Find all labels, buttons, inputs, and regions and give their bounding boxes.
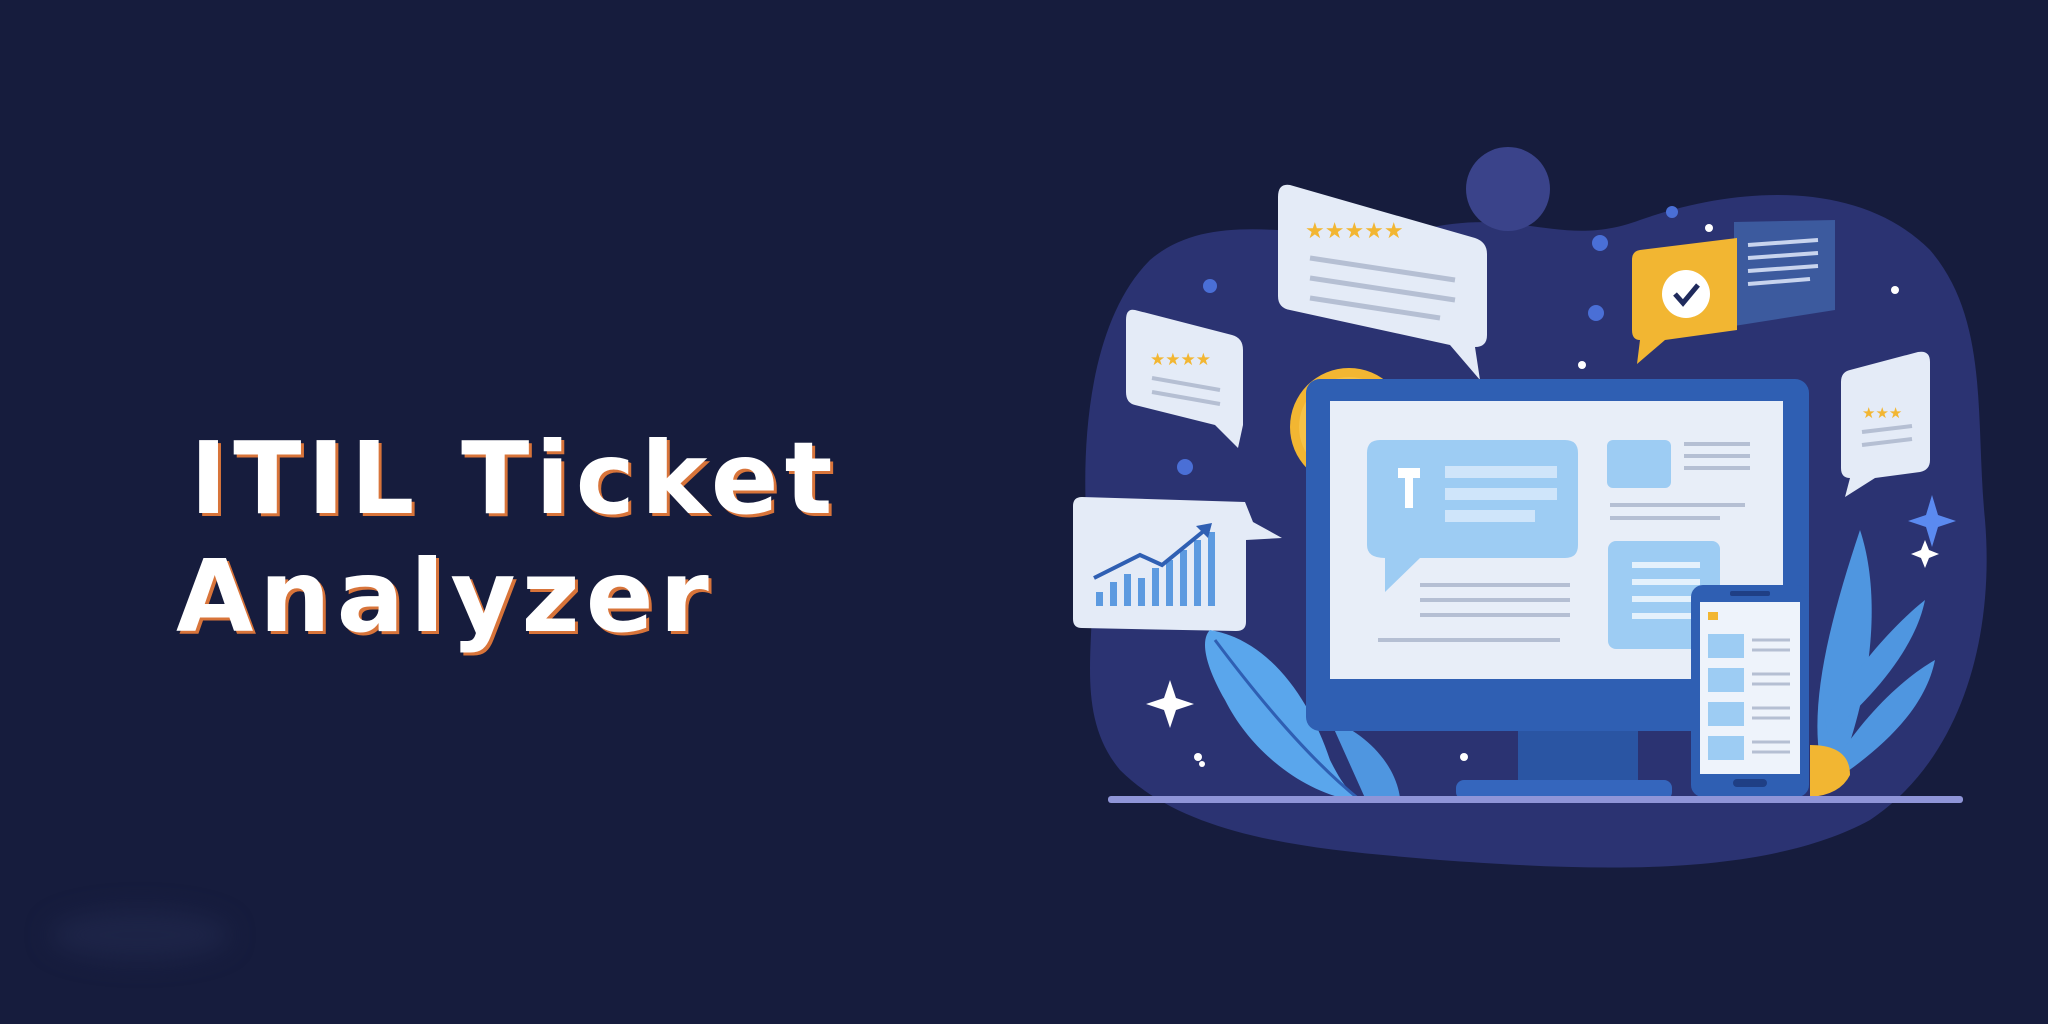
- svg-text:★★★★: ★★★★: [1150, 350, 1211, 370]
- svg-text:★★★★★: ★★★★★: [1305, 219, 1404, 244]
- floor-line: [1108, 796, 1963, 803]
- illustration: ★★★★★ ★★★★ ★★★: [1073, 147, 1987, 868]
- smartphone-icon: [1691, 585, 1809, 797]
- svg-text:★★★: ★★★: [1862, 404, 1902, 422]
- moon-circle: [1466, 147, 1550, 231]
